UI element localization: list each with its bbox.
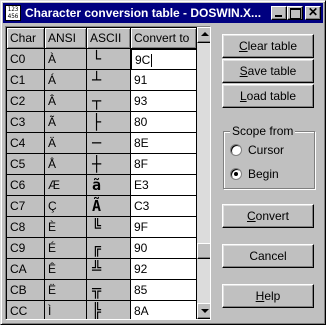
- cell-char: CC: [7, 301, 45, 319]
- cell-ansi: Ã: [45, 112, 87, 133]
- radio-begin-label: Begin: [248, 167, 279, 181]
- cell-convert[interactable]: 9F: [131, 217, 197, 238]
- cell-ansi: Æ: [45, 175, 87, 196]
- radio-begin-indicator[interactable]: [230, 168, 242, 180]
- load-table-button[interactable]: Load table: [222, 84, 314, 108]
- cell-ascii: ╦: [87, 280, 131, 301]
- cell-ansi: Ä: [45, 133, 87, 154]
- cell-ascii: ─: [87, 133, 131, 154]
- cell-char: C1: [7, 70, 45, 91]
- cell-ascii: ã: [87, 175, 131, 196]
- window-title: Character conversion table - DOSWIN.X...: [25, 6, 262, 20]
- cell-char: CB: [7, 280, 45, 301]
- cell-ansi: Ì: [45, 301, 87, 319]
- arrow-up-icon: [201, 32, 209, 36]
- cell-convert[interactable]: E3: [131, 175, 197, 196]
- cell-char: C9: [7, 238, 45, 259]
- cell-ansi: À: [45, 49, 87, 70]
- cell-char: C6: [7, 175, 45, 196]
- convert-button[interactable]: Convert: [222, 204, 314, 228]
- cell-char: C4: [7, 133, 45, 154]
- radio-cursor-label: Cursor: [248, 143, 285, 157]
- cell-convert[interactable]: 92: [131, 259, 197, 280]
- arrow-down-icon: [201, 309, 209, 313]
- conversion-table[interactable]: Char ANSI ASCII Convert to C0 À └ 9C C1 Á ┴ 91 C2 Â ┬ 9…: [5, 26, 211, 320]
- cell-ansi: Á: [45, 70, 87, 91]
- cell-ascii: ┴: [87, 70, 131, 91]
- cell-ansi: Ç: [45, 196, 87, 217]
- header-ansi: ANSI: [45, 28, 87, 49]
- cell-convert[interactable]: 8F: [131, 154, 197, 175]
- cancel-button[interactable]: Cancel: [222, 244, 314, 268]
- app-icon[interactable]: 123 456: [5, 5, 21, 21]
- cell-ansi: Å: [45, 154, 87, 175]
- scroll-up-button[interactable]: [197, 27, 210, 43]
- cell-convert[interactable]: C3: [131, 196, 197, 217]
- cell-ascii: ┬: [87, 91, 131, 112]
- conversion-table-window: 123 456 Character conversion table - DOS…: [0, 0, 326, 325]
- cell-convert[interactable]: 9C: [131, 49, 197, 70]
- vertical-scrollbar[interactable]: [197, 27, 210, 319]
- cell-ascii: ┼: [87, 154, 131, 175]
- cell-convert[interactable]: 90: [131, 238, 197, 259]
- cell-ansi: Ê: [45, 259, 87, 280]
- cell-convert[interactable]: 91: [131, 70, 197, 91]
- cell-convert[interactable]: 93: [131, 91, 197, 112]
- cell-char: C2: [7, 91, 45, 112]
- cell-ansi: É: [45, 238, 87, 259]
- header-ascii: ASCII: [87, 28, 131, 49]
- cell-convert[interactable]: 8E: [131, 133, 197, 154]
- close-button[interactable]: ✕: [305, 5, 321, 20]
- cell-ascii: ╚: [87, 217, 131, 238]
- scroll-thumb[interactable]: [197, 243, 210, 259]
- cell-char: C7: [7, 196, 45, 217]
- radio-cursor-indicator[interactable]: [230, 144, 242, 156]
- help-button[interactable]: Help: [222, 284, 314, 308]
- cell-convert[interactable]: 85: [131, 280, 197, 301]
- scroll-down-button[interactable]: [197, 303, 210, 319]
- cell-char: CA: [7, 259, 45, 280]
- cell-char: C0: [7, 49, 45, 70]
- close-icon: ✕: [307, 5, 319, 19]
- cell-ansi: Ë: [45, 280, 87, 301]
- header-char: Char: [7, 28, 45, 49]
- cell-ascii: ├: [87, 112, 131, 133]
- cell-char: C3: [7, 112, 45, 133]
- clear-table-button[interactable]: Clear table: [222, 34, 314, 58]
- cell-ascii: ╠: [87, 301, 131, 319]
- cell-char: C5: [7, 154, 45, 175]
- title-bar[interactable]: 123 456 Character conversion table - DOS…: [3, 3, 323, 23]
- scope-from-group: Scope from Cursor Begin: [223, 124, 315, 189]
- cell-ansi: È: [45, 217, 87, 238]
- scope-from-label: Scope from: [230, 124, 296, 138]
- cell-ascii: └: [87, 49, 131, 70]
- header-convert-to: Convert to: [131, 28, 197, 49]
- save-table-button[interactable]: Save table: [222, 59, 314, 83]
- cell-ascii: Ã: [87, 196, 131, 217]
- cell-ansi: Â: [45, 91, 87, 112]
- text-caret: [151, 54, 153, 68]
- maximize-button[interactable]: [287, 6, 303, 20]
- minimize-button[interactable]: [271, 6, 287, 20]
- radio-selected-dot: [234, 172, 238, 176]
- cell-char: C8: [7, 217, 45, 238]
- cell-ascii: ╔: [87, 238, 131, 259]
- cell-convert[interactable]: 8A: [131, 301, 197, 319]
- cell-ascii: ╩: [87, 259, 131, 280]
- cell-convert[interactable]: 80: [131, 112, 197, 133]
